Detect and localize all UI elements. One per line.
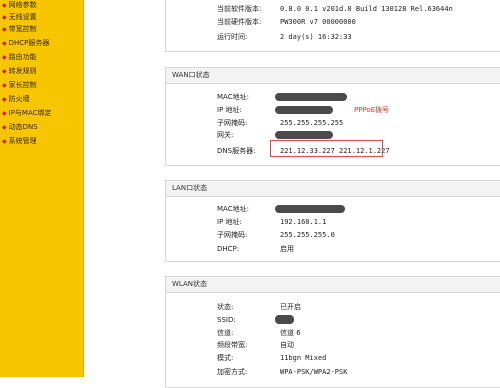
lan-mac-row: MAC地址:	[166, 203, 500, 215]
sidebar-item-forwarding[interactable]: ◆ 转发规则	[2, 66, 37, 77]
wan-mac-label: MAC地址:	[217, 93, 249, 101]
pppoe-annotation: PPPoE拨号	[354, 106, 390, 114]
hardware-version-value: PW300R v7 00000000	[280, 18, 356, 26]
wlan-mode-value: 11bgn Mixed	[280, 354, 327, 362]
sidebar-item-label: 防火墙	[8, 95, 30, 103]
bullet-icon: ◆	[2, 2, 7, 9]
bullet-icon: ◆	[2, 40, 7, 47]
wlan-bandwidth-value: 自动	[280, 341, 294, 349]
bullet-icon: ◆	[2, 26, 7, 33]
bullet-icon: ◆	[2, 68, 7, 75]
bullet-icon: ◆	[2, 138, 7, 145]
wlan-state-row: 状态: 已开启	[166, 301, 500, 313]
sidebar-item-label: DHCP服务器	[8, 39, 50, 47]
wlan-bandwidth-row: 频段带宽: 自动	[166, 339, 500, 351]
lan-dhcp-value: 启用	[280, 245, 294, 253]
sidebar-item-dhcp[interactable]: ◆ DHCP服务器	[2, 38, 49, 49]
wlan-channel-row: 信道: 信道 6	[166, 327, 500, 339]
sidebar-item-wireless[interactable]: ◆ 无线设置	[2, 12, 37, 23]
redacted-gateway-value	[275, 131, 333, 139]
wlan-encryption-row: 加密方式: WPA-PSK/WPA2-PSK	[166, 366, 500, 378]
wlan-bandwidth-label: 频段带宽:	[217, 341, 248, 349]
redacted-mac-value	[275, 93, 347, 101]
sidebar-item-label: 转发规则	[8, 67, 37, 75]
wan-mask-label: 子网掩码:	[217, 119, 248, 127]
lan-ip-row: IP 地址: 192.168.1.1	[166, 216, 500, 228]
sidebar-item-label: IP与MAC绑定	[8, 109, 52, 117]
redacted-ip-value	[275, 106, 333, 114]
sidebar-item-ip-mac[interactable]: ◆ IP与MAC绑定	[2, 108, 52, 119]
lan-mask-value: 255.255.255.0	[280, 231, 335, 239]
wlan-panel-title: WLAN状态	[166, 277, 500, 293]
software-version-label: 当前软件版本:	[217, 5, 262, 13]
wan-ip-row: IP 地址: PPPoE拨号	[166, 104, 500, 116]
uptime-label: 运行时间:	[217, 33, 248, 41]
software-version-value: 0.8.0 0.1 v201d.0 Build 130128 Rel.63644…	[280, 5, 453, 13]
bullet-icon: ◆	[2, 110, 7, 117]
lan-mac-label: MAC地址:	[217, 205, 249, 213]
wan-mac-row: MAC地址:	[166, 91, 500, 103]
bullet-icon: ◆	[2, 54, 7, 61]
redacted-ssid-value	[275, 315, 294, 324]
bullet-icon: ◆	[2, 82, 7, 89]
lan-mask-row: 子网掩码: 255.255.255.0	[166, 229, 500, 241]
sidebar-item-label: 动态DNS	[8, 123, 38, 131]
sidebar-item-label: 网络参数	[8, 1, 37, 9]
hardware-version-label: 当前硬件版本:	[217, 18, 262, 26]
sidebar-nav: ◆ 网络参数 ◆ 无线设置 ◆ 带宽控制 ◆ DHCP服务器 ◆ 路由功能 ◆ 转发规则 ◆…	[0, 0, 84, 377]
lan-ip-label: IP 地址:	[217, 218, 242, 226]
wlan-channel-value: 信道 6	[280, 329, 301, 337]
wlan-encryption-label: 加密方式:	[217, 368, 248, 376]
uptime-value: 2 day(s) 16:32:33	[280, 33, 352, 41]
sidebar-item-parental[interactable]: ◆ 家长控制	[2, 80, 37, 91]
wlan-ssid-row: SSID:	[166, 314, 500, 326]
software-version-row: 当前软件版本: 0.8.0 0.1 v201d.0 Build 130128 R…	[166, 3, 500, 15]
wan-dns-label: DNS服务器:	[217, 147, 256, 155]
wan-gateway-label: 网关:	[217, 131, 234, 139]
bullet-icon: ◆	[2, 124, 7, 131]
wan-mask-value: 255.255.255.255	[280, 119, 344, 127]
redacted-mac-value	[275, 205, 345, 213]
sidebar-item-routing[interactable]: ◆ 路由功能	[2, 52, 37, 63]
wlan-channel-label: 信道:	[217, 329, 234, 337]
lan-panel-title: LAN口状态	[166, 181, 500, 197]
sidebar-item-label: 路由功能	[8, 53, 37, 61]
sidebar-item-label: 带宽控制	[8, 25, 37, 33]
wlan-mode-label: 模式:	[217, 354, 234, 362]
wlan-state-value: 已开启	[280, 303, 301, 311]
uptime-row: 运行时间: 2 day(s) 16:32:33	[166, 31, 500, 43]
hardware-version-row: 当前硬件版本: PW300R v7 00000000	[166, 16, 500, 28]
lan-dhcp-label: DHCP:	[217, 245, 240, 253]
lan-mask-label: 子网掩码:	[217, 231, 248, 239]
main-content: 当前软件版本: 0.8.0 0.1 v201d.0 Build 130128 R…	[84, 0, 500, 388]
sidebar-item-label: 系统管理	[8, 137, 37, 145]
sidebar-item-ddns[interactable]: ◆ 动态DNS	[2, 122, 38, 133]
sidebar-item-network[interactable]: ◆ 网络参数	[2, 0, 37, 11]
sidebar-item-firewall[interactable]: ◆ 防火墙	[2, 94, 30, 105]
wlan-ssid-label: SSID:	[217, 316, 236, 324]
sidebar-item-system[interactable]: ◆ 系统管理	[2, 136, 37, 147]
sidebar-item-label: 家长控制	[8, 81, 37, 89]
wan-panel-title: WAN口状态	[166, 68, 500, 84]
lan-dhcp-row: DHCP: 启用	[166, 243, 500, 255]
lan-status-panel: LAN口状态 MAC地址: IP 地址: 192.168.1.1 子网掩码: 2…	[165, 180, 500, 262]
sidebar-item-label: 无线设置	[8, 13, 37, 21]
wlan-state-label: 状态:	[217, 303, 234, 311]
wlan-status-panel: WLAN状态 状态: 已开启 SSID: 信道: 信道 6 频段带宽: 自动 模…	[165, 276, 500, 388]
wlan-mode-row: 模式: 11bgn Mixed	[166, 352, 500, 364]
wlan-encryption-value: WPA-PSK/WPA2-PSK	[280, 368, 348, 376]
wan-ip-label: IP 地址:	[217, 106, 242, 114]
version-panel: 当前软件版本: 0.8.0 0.1 v201d.0 Build 130128 R…	[165, 0, 500, 52]
bullet-icon: ◆	[2, 14, 7, 21]
lan-ip-value: 192.168.1.1	[280, 218, 327, 226]
sidebar-item-bandwidth[interactable]: ◆ 带宽控制	[2, 24, 37, 35]
dns-highlight-box	[270, 140, 383, 157]
wan-mask-row: 子网掩码: 255.255.255.255	[166, 117, 500, 129]
bullet-icon: ◆	[2, 96, 7, 103]
